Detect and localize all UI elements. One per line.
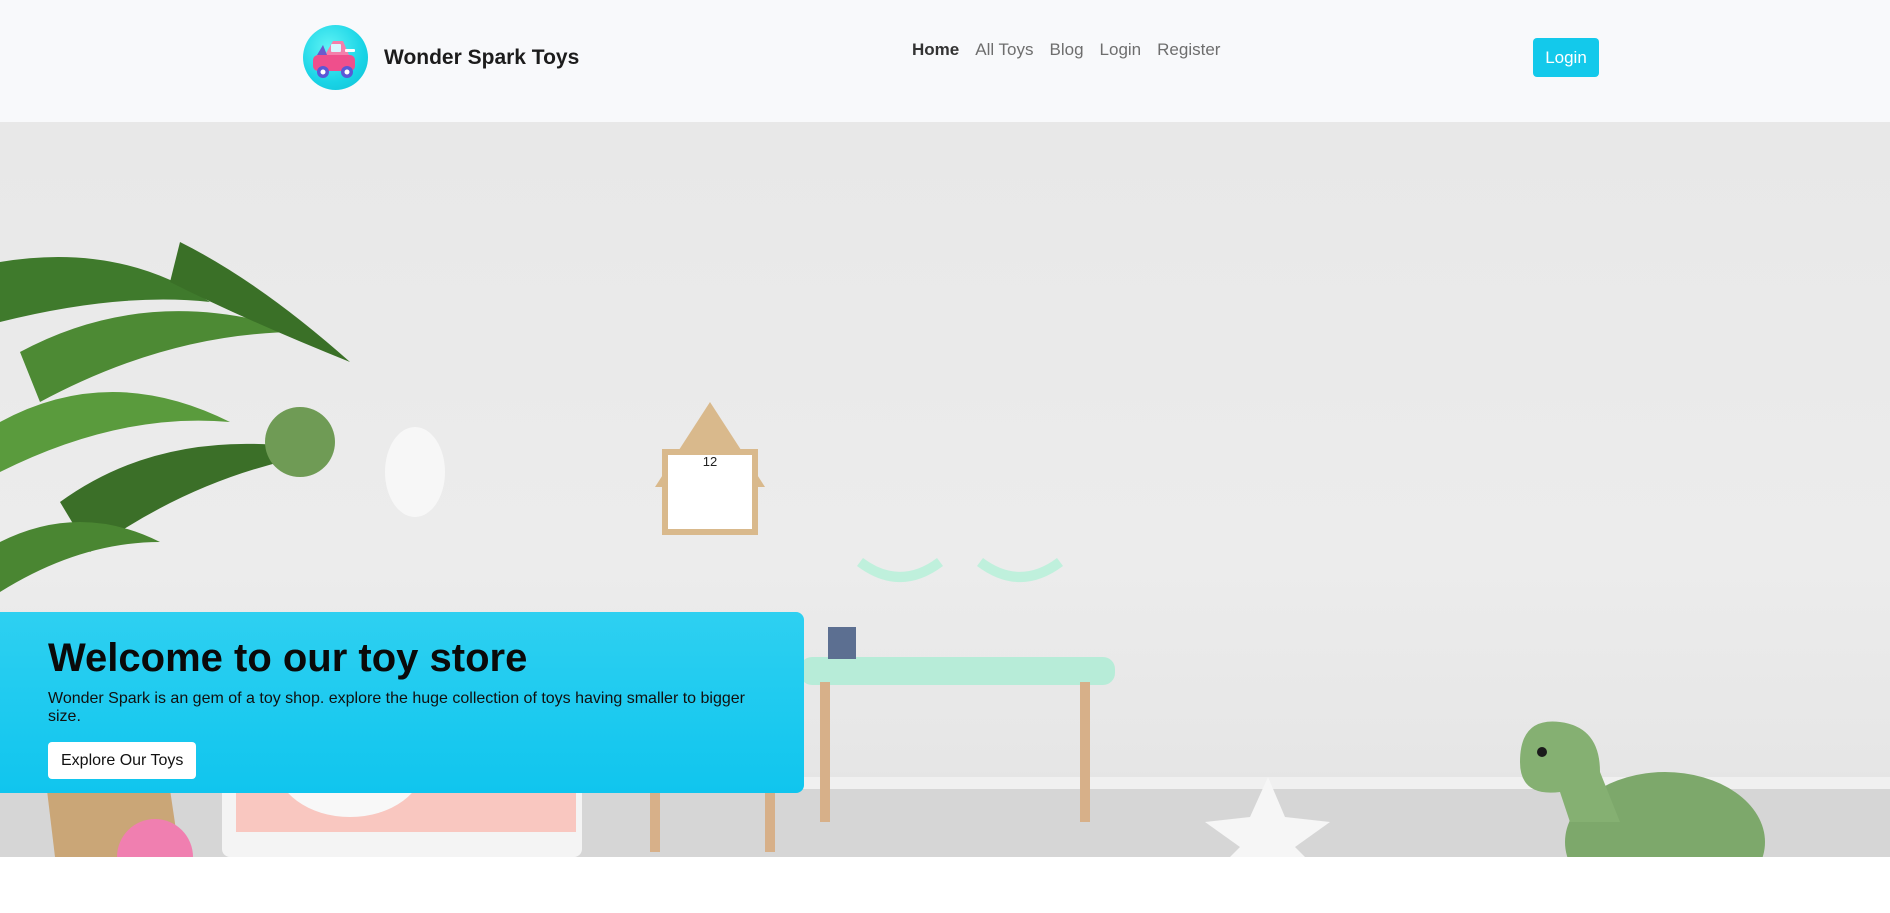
- nav-link-home[interactable]: Home: [912, 40, 959, 60]
- toy-car-icon: [303, 25, 368, 90]
- hero-title: Welcome to our toy store: [48, 636, 528, 680]
- main-nav: Home All Toys Blog Login Register: [912, 40, 1220, 60]
- svg-text:12: 12: [703, 454, 717, 469]
- hero-description: Wonder Spark is an gem of a toy shop. ex…: [48, 690, 745, 725]
- nav-link-register[interactable]: Register: [1157, 40, 1220, 60]
- welcome-card: Welcome to our toy store Wonder Spark is…: [0, 612, 804, 793]
- brand[interactable]: Wonder Spark Toys: [303, 25, 579, 90]
- nav-link-all-toys[interactable]: All Toys: [975, 40, 1033, 60]
- login-button[interactable]: Login: [1533, 38, 1599, 77]
- nav-link-login[interactable]: Login: [1100, 40, 1142, 60]
- nav-link-blog[interactable]: Blog: [1050, 40, 1084, 60]
- navbar: Wonder Spark Toys Home All Toys Blog Log…: [0, 0, 1890, 122]
- brand-name: Wonder Spark Toys: [384, 45, 580, 69]
- explore-toys-button[interactable]: Explore Our Toys: [48, 742, 197, 779]
- hero-banner: 12 Welcome to our toy store Wonder Spark…: [0, 122, 1890, 857]
